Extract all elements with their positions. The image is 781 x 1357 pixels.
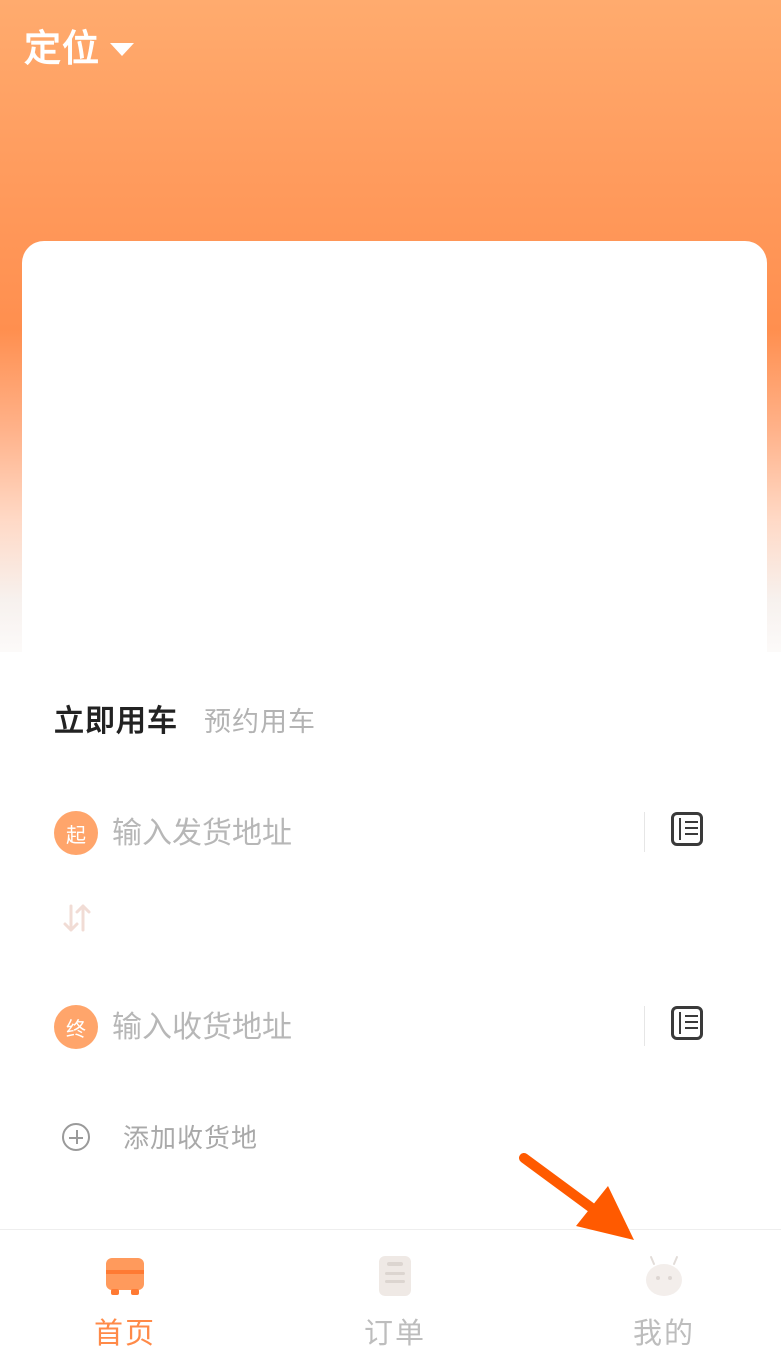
tab-orders-label: 订单 (363, 1316, 426, 1350)
address-book-icon[interactable] (671, 812, 703, 846)
bottom-tab-bar: 首页 订单 我的 (0, 1229, 781, 1357)
booking-tabs: 立即用车 预约用车 (54, 696, 316, 740)
divider (644, 812, 645, 852)
tab-profile[interactable]: 我的 (574, 1230, 754, 1357)
swap-icon[interactable] (62, 902, 92, 934)
app-screen: 定位 立即用车 预约用车 起 终 (0, 0, 781, 1357)
pickup-badge: 起 (54, 811, 98, 855)
booking-panel: 立即用车 预约用车 起 终 添加收货地 (0, 652, 781, 1232)
dropoff-address-input[interactable] (112, 1009, 612, 1045)
tab-reserve[interactable]: 预约用车 (204, 700, 316, 739)
dropoff-badge: 终 (54, 1005, 98, 1049)
caret-down-icon (110, 42, 134, 56)
tab-now[interactable]: 立即用车 (54, 696, 178, 740)
add-destination-row[interactable]: 添加收货地 (62, 1118, 258, 1155)
profile-icon (646, 1256, 682, 1296)
tab-home[interactable]: 首页 (35, 1230, 215, 1357)
tab-home-label: 首页 (93, 1316, 156, 1350)
dropoff-address-row[interactable]: 终 (54, 1002, 724, 1052)
location-selector[interactable]: 定位 (24, 26, 134, 72)
pickup-address-row[interactable]: 起 (54, 808, 724, 858)
location-label: 定位 (24, 27, 100, 70)
plus-circle-icon (62, 1122, 90, 1151)
address-book-icon[interactable] (671, 1006, 703, 1040)
tab-orders[interactable]: 订单 (305, 1230, 485, 1357)
truck-icon (106, 1258, 144, 1295)
divider (644, 1006, 645, 1046)
order-icon (379, 1256, 411, 1296)
add-destination-label: 添加收货地 (123, 1124, 259, 1154)
banner-card[interactable] (22, 241, 767, 701)
tab-profile-label: 我的 (632, 1316, 695, 1350)
pickup-address-input[interactable] (112, 815, 612, 851)
